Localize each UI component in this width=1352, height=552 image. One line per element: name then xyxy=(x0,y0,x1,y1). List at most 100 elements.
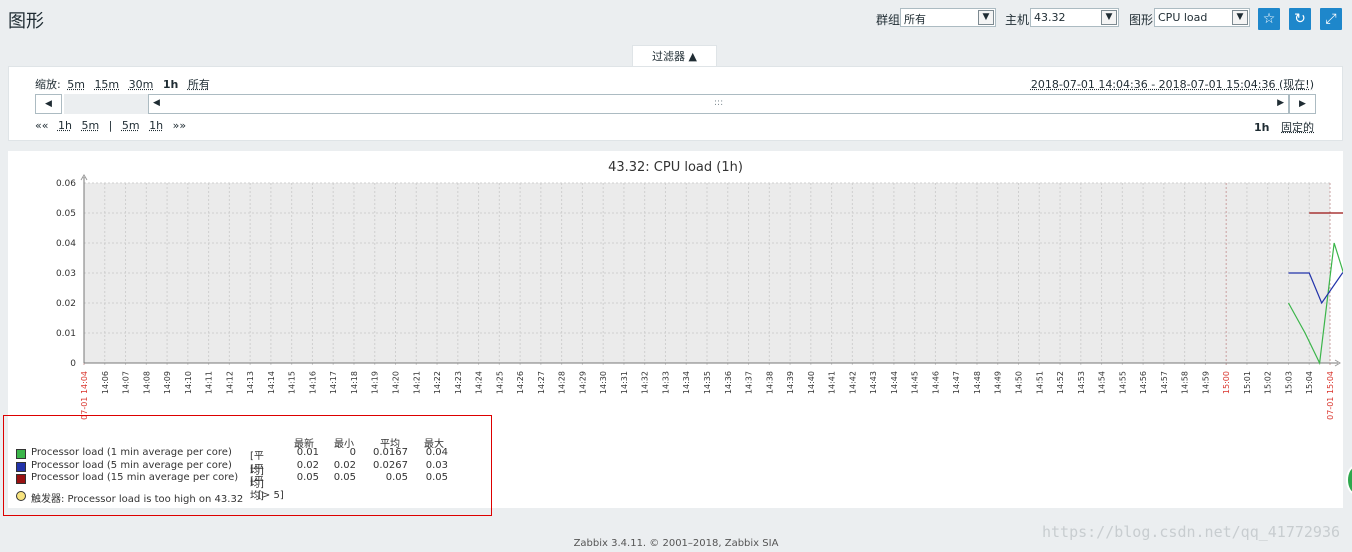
scrollbar-left-gap xyxy=(64,94,148,114)
x-tick-label: 14:43 xyxy=(869,371,878,394)
x-tick-label: 14:46 xyxy=(931,371,940,394)
y-tick-label: 0 xyxy=(70,359,76,369)
step-back-1h[interactable]: 1h xyxy=(58,119,72,132)
graph-select[interactable]: CPU load ▼ xyxy=(1154,8,1250,27)
x-tick-label: 07-01 14:04 xyxy=(80,371,89,420)
x-tick-label: 14:26 xyxy=(516,371,525,394)
x-tick-label: 14:41 xyxy=(828,371,837,394)
legend-min: 0 xyxy=(349,447,356,458)
legend-avg: 0.05 xyxy=(385,472,408,483)
x-tick-label: 14:47 xyxy=(952,371,961,394)
step-forward-1h[interactable]: 1h xyxy=(149,119,163,132)
x-tick-label: 14:09 xyxy=(163,371,172,394)
x-tick-label: 14:34 xyxy=(682,371,691,394)
x-tick-label: 14:56 xyxy=(1139,371,1148,394)
x-tick-label: 14:52 xyxy=(1056,371,1065,394)
y-tick-label: 0.04 xyxy=(56,239,76,249)
page-title: 图形 xyxy=(8,11,44,32)
x-tick-label: 14:11 xyxy=(205,371,214,394)
graph-legend: 最新 最小 平均 最大 Processor load (1 min averag… xyxy=(3,415,492,516)
x-tick-label: 14:53 xyxy=(1077,371,1086,394)
legend-avg: 0.0267 xyxy=(373,460,408,471)
x-tick-label: 14:18 xyxy=(350,371,359,394)
period-current: 1h xyxy=(1254,121,1270,134)
x-tick-label: 14:33 xyxy=(661,371,670,394)
zoom-30m[interactable]: 30m xyxy=(129,78,154,91)
time-filter-panel: 缩放: 5m 15m 30m 1h 所有 2018-07-01 14:04:36… xyxy=(8,66,1343,141)
y-tick-label: 0.06 xyxy=(56,179,76,189)
x-tick-label: 14:19 xyxy=(371,371,380,394)
x-tick-label: 07-01 15:04 xyxy=(1326,371,1335,420)
timeline-scrollbar[interactable]: ◀ ::: ▶ xyxy=(148,94,1289,114)
x-tick-label: 14:24 xyxy=(475,371,484,394)
x-tick-label: 14:38 xyxy=(765,371,774,394)
x-tick-label: 14:22 xyxy=(433,371,442,394)
x-tick-label: 15:01 xyxy=(1243,371,1252,394)
x-tick-label: 15:02 xyxy=(1264,371,1273,394)
caret-right-icon: ▶ xyxy=(1277,98,1284,108)
trigger-threshold: [> 5] xyxy=(258,490,284,501)
x-tick-label: 14:15 xyxy=(288,371,297,394)
y-tick-label: 0.05 xyxy=(56,209,76,219)
legend-avg: 0.0167 xyxy=(373,447,408,458)
zoom-all[interactable]: 所有 xyxy=(188,78,210,91)
x-tick-label: 14:36 xyxy=(724,371,733,394)
step-forward-all[interactable]: »» xyxy=(173,119,186,132)
favorite-button[interactable]: ☆ xyxy=(1258,8,1280,30)
legend-last: 0.01 xyxy=(296,447,319,458)
filter-tab[interactable]: 过滤器 ▲ xyxy=(632,45,717,67)
step-row: «« 1h 5m | 5m 1h »» xyxy=(35,119,192,132)
x-tick-label: 14:44 xyxy=(890,371,899,394)
graph-select-value: CPU load xyxy=(1158,11,1208,24)
legend-name: Processor load (1 min average per core) xyxy=(31,447,232,458)
caret-left-icon: ◀ xyxy=(45,99,52,109)
x-tick-label: 14:49 xyxy=(994,371,1003,394)
chevron-down-icon: ▼ xyxy=(1232,10,1248,25)
group-select[interactable]: 所有 ▼ xyxy=(900,8,996,27)
trigger-label: 触发器: Processor load is too high on 43.32 xyxy=(31,494,244,505)
refresh-button[interactable]: ↻ xyxy=(1289,8,1311,30)
scroll-right-button[interactable]: ▶ xyxy=(1289,94,1316,114)
zoom-1h[interactable]: 1h xyxy=(163,78,179,91)
zoom-5m[interactable]: 5m xyxy=(67,78,85,91)
fullscreen-button[interactable]: ⤢ xyxy=(1320,8,1342,30)
x-tick-label: 14:45 xyxy=(911,371,920,394)
x-tick-label: 14:55 xyxy=(1118,371,1127,394)
chevron-down-icon: ▼ xyxy=(978,10,994,25)
caret-left-icon: ◀ xyxy=(153,98,160,108)
caret-right-icon: ▶ xyxy=(1299,99,1306,109)
legend-swatch-1min xyxy=(16,449,26,459)
scroll-left-button[interactable]: ◀ xyxy=(35,94,62,114)
cpu-load-chart[interactable]: 0.06 0.05 0.04 0.03 0.02 0.01 0 07-01 14:04 14:0… xyxy=(8,151,1343,421)
grip-icon[interactable]: ::: xyxy=(714,98,723,108)
step-forward-5m[interactable]: 5m xyxy=(122,119,140,132)
x-tick-label: 14:32 xyxy=(641,371,650,394)
host-select[interactable]: 43.32 ▼ xyxy=(1030,8,1119,27)
x-tick-label: 15:00 xyxy=(1222,371,1231,394)
time-range-text[interactable]: 2018-07-01 14:04:36 - 2018-07-01 15:04:3… xyxy=(1031,76,1314,92)
graph-label: 图形 xyxy=(1129,13,1154,27)
x-tick-label: 14:27 xyxy=(537,371,546,394)
x-tick-label: 14:06 xyxy=(101,371,110,394)
zoom-15m[interactable]: 15m xyxy=(94,78,119,91)
x-tick-label: 14:54 xyxy=(1098,371,1107,394)
x-tick-label: 14:25 xyxy=(495,371,504,394)
x-tick-label: 14:29 xyxy=(578,371,587,394)
host-select-value: 43.32 xyxy=(1034,11,1066,24)
trigger-status-icon xyxy=(16,491,26,501)
x-tick-label: 14:58 xyxy=(1181,371,1190,394)
zoom-label: 缩放: xyxy=(35,78,61,91)
legend-min: 0.05 xyxy=(333,472,356,483)
step-back-5m[interactable]: 5m xyxy=(81,119,99,132)
step-back-all[interactable]: «« xyxy=(35,119,48,132)
x-tick-label: 14:48 xyxy=(973,371,982,394)
refresh-icon: ↻ xyxy=(1294,11,1306,27)
watermark: https://blog.csdn.net/qq_41772936 xyxy=(1041,523,1340,541)
legend-max: 0.05 xyxy=(425,472,448,483)
x-tick-label: 14:23 xyxy=(454,371,463,394)
legend-swatch-15min xyxy=(16,474,26,484)
zoom-row: 缩放: 5m 15m 30m 1h 所有 xyxy=(35,76,216,92)
floating-widget[interactable] xyxy=(1346,465,1352,495)
host-label: 主机 xyxy=(1005,13,1030,27)
fixed-toggle[interactable]: 固定的 xyxy=(1281,121,1314,134)
